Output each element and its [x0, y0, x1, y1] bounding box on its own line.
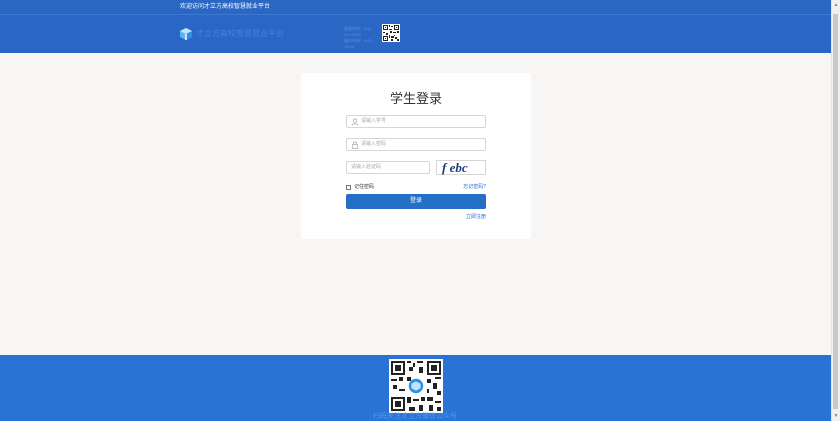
- user-icon: [351, 118, 359, 126]
- captcha-input[interactable]: 请输入验证码: [346, 161, 430, 174]
- page-title: 学生登录: [389, 91, 442, 106]
- footer: 扫码关注才立方微信公众号: [0, 355, 832, 421]
- remember-password[interactable]: 记住密码: [346, 183, 374, 191]
- logo-icon[interactable]: [180, 28, 192, 40]
- top-bar: 欢迎访问才立方高校智慧就业平台: [0, 0, 832, 15]
- scroll-down-icon[interactable]: ▼: [833, 413, 839, 419]
- captcha-placeholder: 请输入验证码: [351, 164, 382, 170]
- qr-code-icon: [382, 24, 400, 42]
- footer-caption: 扫码关注才立方微信公众号: [373, 413, 457, 420]
- hotline-line: 客服热线：400-000-0000: [344, 26, 373, 37]
- captcha-text: f ebc: [442, 160, 468, 175]
- remember-label: 记住密码: [354, 184, 375, 190]
- login-button[interactable]: 登录: [346, 194, 486, 209]
- password-placeholder: 请输入密码: [361, 141, 387, 147]
- welcome-text: 欢迎访问才立方高校智慧就业平台: [180, 4, 271, 10]
- page-scrollbar[interactable]: ▲ ▼: [831, 0, 840, 421]
- scroll-up-icon[interactable]: ▲: [833, 2, 839, 8]
- captcha-image[interactable]: f ebc: [436, 160, 486, 175]
- scrollbar-thumb[interactable]: [833, 14, 838, 409]
- register-link[interactable]: 立即注册: [466, 213, 486, 221]
- hotline-info: 客服热线：400-000-0000 服务时间：9:00-18:00: [344, 26, 378, 50]
- forgot-password-link[interactable]: 忘记密码?: [463, 183, 486, 191]
- qr-code-icon: [389, 359, 443, 413]
- login-card: 学生登录 请输入学号 请输入密码 请输入验证码 f ebc 记住密码 忘记密码?…: [301, 73, 531, 239]
- logo-text[interactable]: 才立方高校智慧就业平台: [196, 29, 284, 39]
- header: 才立方高校智慧就业平台 客服热线：400-000-0000 服务时间：9:00-…: [0, 15, 832, 53]
- hotline-line: 服务时间：9:00-18:00: [344, 38, 374, 49]
- lock-icon: [351, 141, 359, 149]
- username-input[interactable]: 请输入学号: [346, 115, 486, 128]
- username-placeholder: 请输入学号: [361, 118, 387, 124]
- checkbox-icon[interactable]: [346, 184, 351, 190]
- password-input[interactable]: 请输入密码: [346, 138, 486, 151]
